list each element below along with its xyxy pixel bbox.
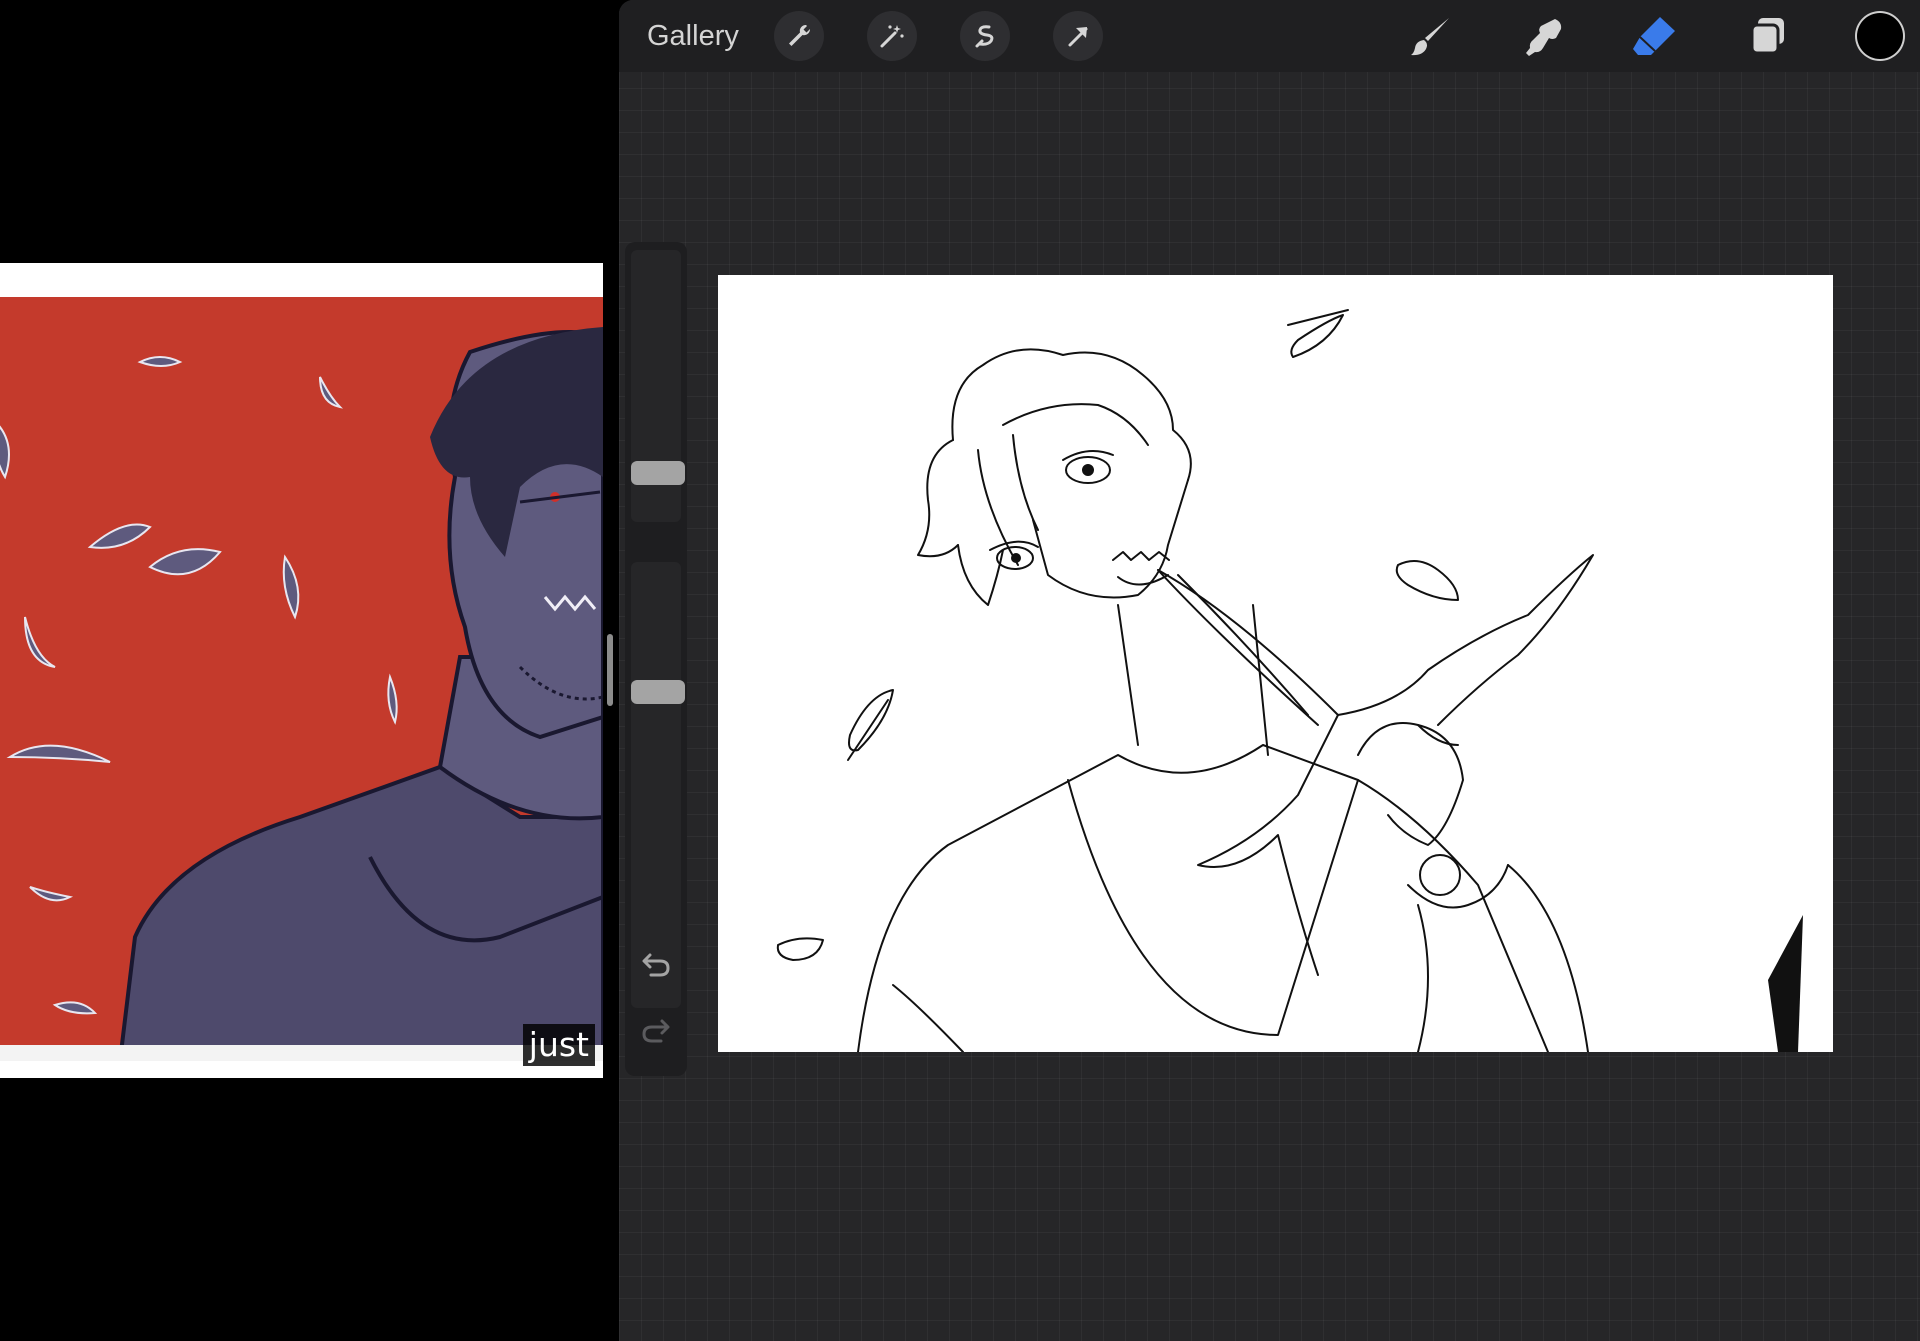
- transform-button[interactable]: [1053, 11, 1103, 61]
- wrench-icon: [785, 22, 813, 50]
- color-picker-swatch[interactable]: [1857, 13, 1903, 59]
- redo-button[interactable]: [640, 1016, 672, 1048]
- line-art-drawing: [776, 309, 1803, 1052]
- layers-button[interactable]: [1742, 10, 1794, 62]
- reference-video-pane: just: [0, 0, 616, 1341]
- opacity-slider[interactable]: [631, 562, 681, 1008]
- eraser-icon: [1630, 12, 1678, 60]
- layers-icon: [1746, 14, 1790, 58]
- brush-icon: [1408, 13, 1454, 59]
- magic-wand-icon: [878, 22, 906, 50]
- undo-button[interactable]: [640, 950, 672, 982]
- brush-size-slider-thumb[interactable]: [631, 461, 685, 485]
- reference-video[interactable]: just: [0, 263, 603, 1078]
- procreate-app: Gallery: [619, 0, 1920, 1341]
- undo-icon: [641, 949, 671, 984]
- brush-tool-button[interactable]: [1405, 10, 1457, 62]
- top-toolbar: Gallery: [619, 0, 1920, 72]
- smudge-tool-button[interactable]: [1518, 10, 1570, 62]
- opacity-slider-thumb[interactable]: [631, 680, 685, 704]
- gallery-button[interactable]: Gallery: [647, 18, 739, 54]
- redo-icon: [641, 1015, 671, 1050]
- adjustments-button[interactable]: [867, 11, 917, 61]
- actions-button[interactable]: [774, 11, 824, 61]
- video-caption: just: [522, 1024, 595, 1066]
- selection-button[interactable]: [960, 11, 1010, 61]
- split-view-handle[interactable]: [607, 634, 613, 706]
- transform-arrow-icon: [1064, 22, 1092, 50]
- smudge-icon: [1521, 13, 1567, 59]
- eraser-tool-button[interactable]: [1628, 10, 1680, 62]
- side-toolbar: [625, 242, 687, 1076]
- drawing-canvas[interactable]: [718, 275, 1833, 1052]
- video-frame-image: [0, 297, 603, 1061]
- selection-icon: [971, 22, 999, 50]
